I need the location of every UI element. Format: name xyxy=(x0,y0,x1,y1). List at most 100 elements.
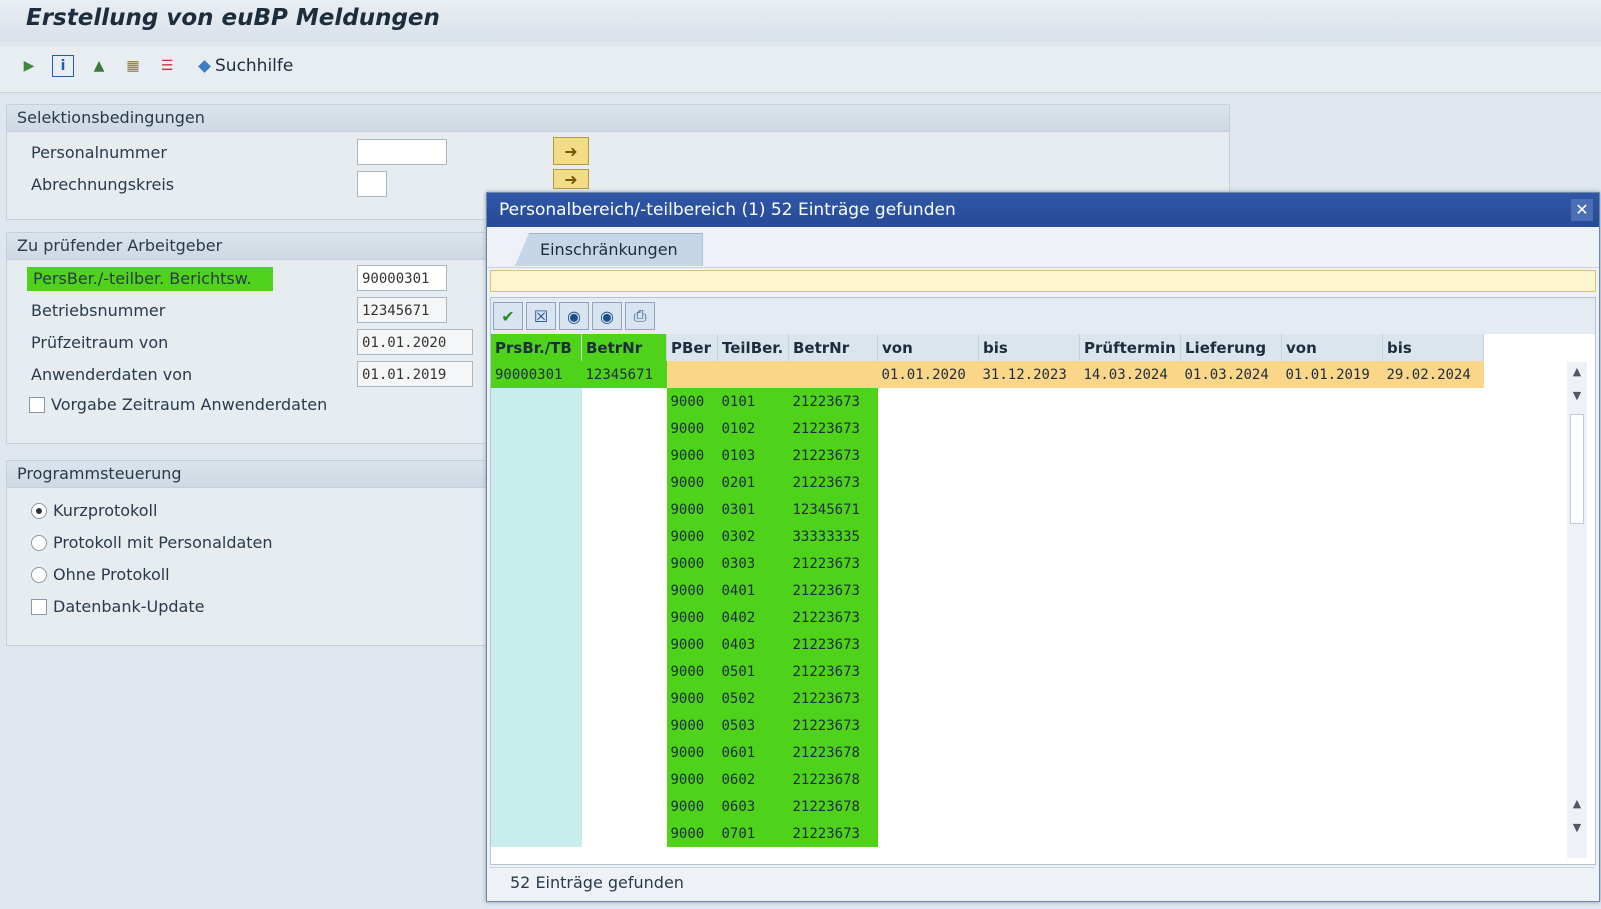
table-cell[interactable] xyxy=(877,604,979,631)
table-row[interactable]: 9000 0102 21223673 xyxy=(491,415,1484,442)
table-cell[interactable]: 29.02.2024 xyxy=(1382,361,1484,388)
table-cell[interactable] xyxy=(877,577,979,604)
table-cell[interactable] xyxy=(1382,685,1484,712)
table-cell[interactable] xyxy=(877,793,979,820)
table-cell[interactable] xyxy=(1180,793,1282,820)
table-cell[interactable]: 9000 xyxy=(666,442,718,469)
table-row[interactable]: 9000 0402 21223673 xyxy=(491,604,1484,631)
table-cell[interactable] xyxy=(1180,766,1282,793)
table-cell[interactable] xyxy=(491,523,582,550)
table-cell[interactable] xyxy=(1382,388,1484,415)
table-row[interactable]: 9000 0602 21223678 xyxy=(491,766,1484,793)
table-cell[interactable] xyxy=(877,496,979,523)
table-cell[interactable] xyxy=(1079,388,1181,415)
table-cell[interactable] xyxy=(1180,604,1282,631)
table-cell[interactable] xyxy=(1281,658,1383,685)
table-cell[interactable] xyxy=(1382,523,1484,550)
scroll-up-icon[interactable]: ▲ xyxy=(1567,794,1587,814)
table-cell[interactable]: 0502 xyxy=(717,685,789,712)
column-header[interactable]: von xyxy=(877,334,979,361)
table-cell[interactable]: 0303 xyxy=(717,550,789,577)
table-cell[interactable]: 9000 xyxy=(666,631,718,658)
table-cell[interactable] xyxy=(1180,658,1282,685)
table-cell[interactable]: 21223673 xyxy=(788,820,878,847)
table-cell[interactable] xyxy=(1079,577,1181,604)
table-cell[interactable] xyxy=(1180,550,1282,577)
table-cell[interactable]: 0501 xyxy=(717,658,789,685)
table-cell[interactable] xyxy=(1382,820,1484,847)
table-row-selected[interactable]: 90000301 12345671 01.01.2020 31.12.2023 … xyxy=(491,361,1484,388)
table-cell[interactable] xyxy=(1281,415,1383,442)
column-header[interactable]: von xyxy=(1281,334,1383,361)
table-cell[interactable] xyxy=(491,820,582,847)
table-cell[interactable] xyxy=(581,415,667,442)
table-cell[interactable]: 0201 xyxy=(717,469,789,496)
table-cell[interactable]: 9000 xyxy=(666,469,718,496)
table-cell[interactable] xyxy=(978,550,1080,577)
table-cell[interactable] xyxy=(1180,712,1282,739)
scroll-thumb[interactable] xyxy=(1570,414,1584,524)
table-cell[interactable]: 21223673 xyxy=(788,658,878,685)
table-cell[interactable] xyxy=(978,631,1080,658)
table-cell[interactable] xyxy=(877,631,979,658)
table-cell[interactable] xyxy=(978,442,1080,469)
table-cell[interactable] xyxy=(877,739,979,766)
cancel-button[interactable]: ☒ xyxy=(526,302,556,330)
pruefzeitraum-field[interactable]: 01.01.2020 xyxy=(357,329,473,355)
table-row[interactable]: 9000 0401 21223673 xyxy=(491,577,1484,604)
table-cell[interactable] xyxy=(581,496,667,523)
table-cell[interactable]: 21223673 xyxy=(788,469,878,496)
persber-input[interactable]: 90000301 xyxy=(357,265,447,291)
table-cell[interactable] xyxy=(1180,820,1282,847)
table-cell[interactable]: 90000301 xyxy=(491,361,582,388)
table-cell[interactable] xyxy=(581,577,667,604)
table-cell[interactable]: 0103 xyxy=(717,442,789,469)
vorgabe-checkbox[interactable] xyxy=(29,397,45,413)
table-cell[interactable] xyxy=(1281,604,1383,631)
table-cell[interactable]: 9000 xyxy=(666,604,718,631)
multiple-selection-button[interactable]: ➜ xyxy=(553,137,589,165)
table-cell[interactable] xyxy=(1382,712,1484,739)
table-cell[interactable]: 21223673 xyxy=(788,685,878,712)
betriebsnummer-field[interactable]: 12345671 xyxy=(357,297,447,323)
multiple-selection-button-2[interactable]: ➜ xyxy=(553,169,589,189)
table-cell[interactable] xyxy=(1180,739,1282,766)
table-cell[interactable] xyxy=(978,712,1080,739)
table-cell[interactable] xyxy=(978,820,1080,847)
table-cell[interactable] xyxy=(491,496,582,523)
table-cell[interactable] xyxy=(877,685,979,712)
table-row[interactable]: 9000 0403 21223673 xyxy=(491,631,1484,658)
table-cell[interactable]: 33333335 xyxy=(788,523,878,550)
table-cell[interactable] xyxy=(1180,523,1282,550)
table-cell[interactable]: 01.03.2024 xyxy=(1180,361,1282,388)
table-cell[interactable] xyxy=(1079,685,1181,712)
table-cell[interactable]: 12345671 xyxy=(788,496,878,523)
print-button[interactable]: ⎙ xyxy=(625,302,655,330)
table-cell[interactable] xyxy=(491,685,582,712)
table-cell[interactable] xyxy=(788,361,878,388)
table-cell[interactable] xyxy=(1281,577,1383,604)
table-cell[interactable] xyxy=(1079,820,1181,847)
table-cell[interactable] xyxy=(978,415,1080,442)
table-cell[interactable] xyxy=(877,469,979,496)
table-row[interactable]: 9000 0601 21223678 xyxy=(491,739,1484,766)
table-cell[interactable]: 0102 xyxy=(717,415,789,442)
table-cell[interactable]: 9000 xyxy=(666,766,718,793)
table-cell[interactable] xyxy=(1281,496,1383,523)
table-cell[interactable] xyxy=(1382,469,1484,496)
table-cell[interactable]: 01.01.2019 xyxy=(1281,361,1383,388)
table-cell[interactable] xyxy=(1382,631,1484,658)
column-header[interactable]: BetrNr xyxy=(581,334,667,361)
table-cell[interactable]: 9000 xyxy=(666,820,718,847)
table-cell[interactable] xyxy=(978,604,1080,631)
table-cell[interactable] xyxy=(1079,469,1181,496)
table-cell[interactable] xyxy=(491,631,582,658)
table-cell[interactable]: 21223673 xyxy=(788,577,878,604)
table-cell[interactable] xyxy=(978,496,1080,523)
table-cell[interactable]: 21223673 xyxy=(788,550,878,577)
table-cell[interactable] xyxy=(581,739,667,766)
personalnummer-input[interactable] xyxy=(357,139,447,165)
table-cell[interactable] xyxy=(491,577,582,604)
variant-icon[interactable]: ▲ xyxy=(88,55,110,77)
table-cell[interactable] xyxy=(877,766,979,793)
